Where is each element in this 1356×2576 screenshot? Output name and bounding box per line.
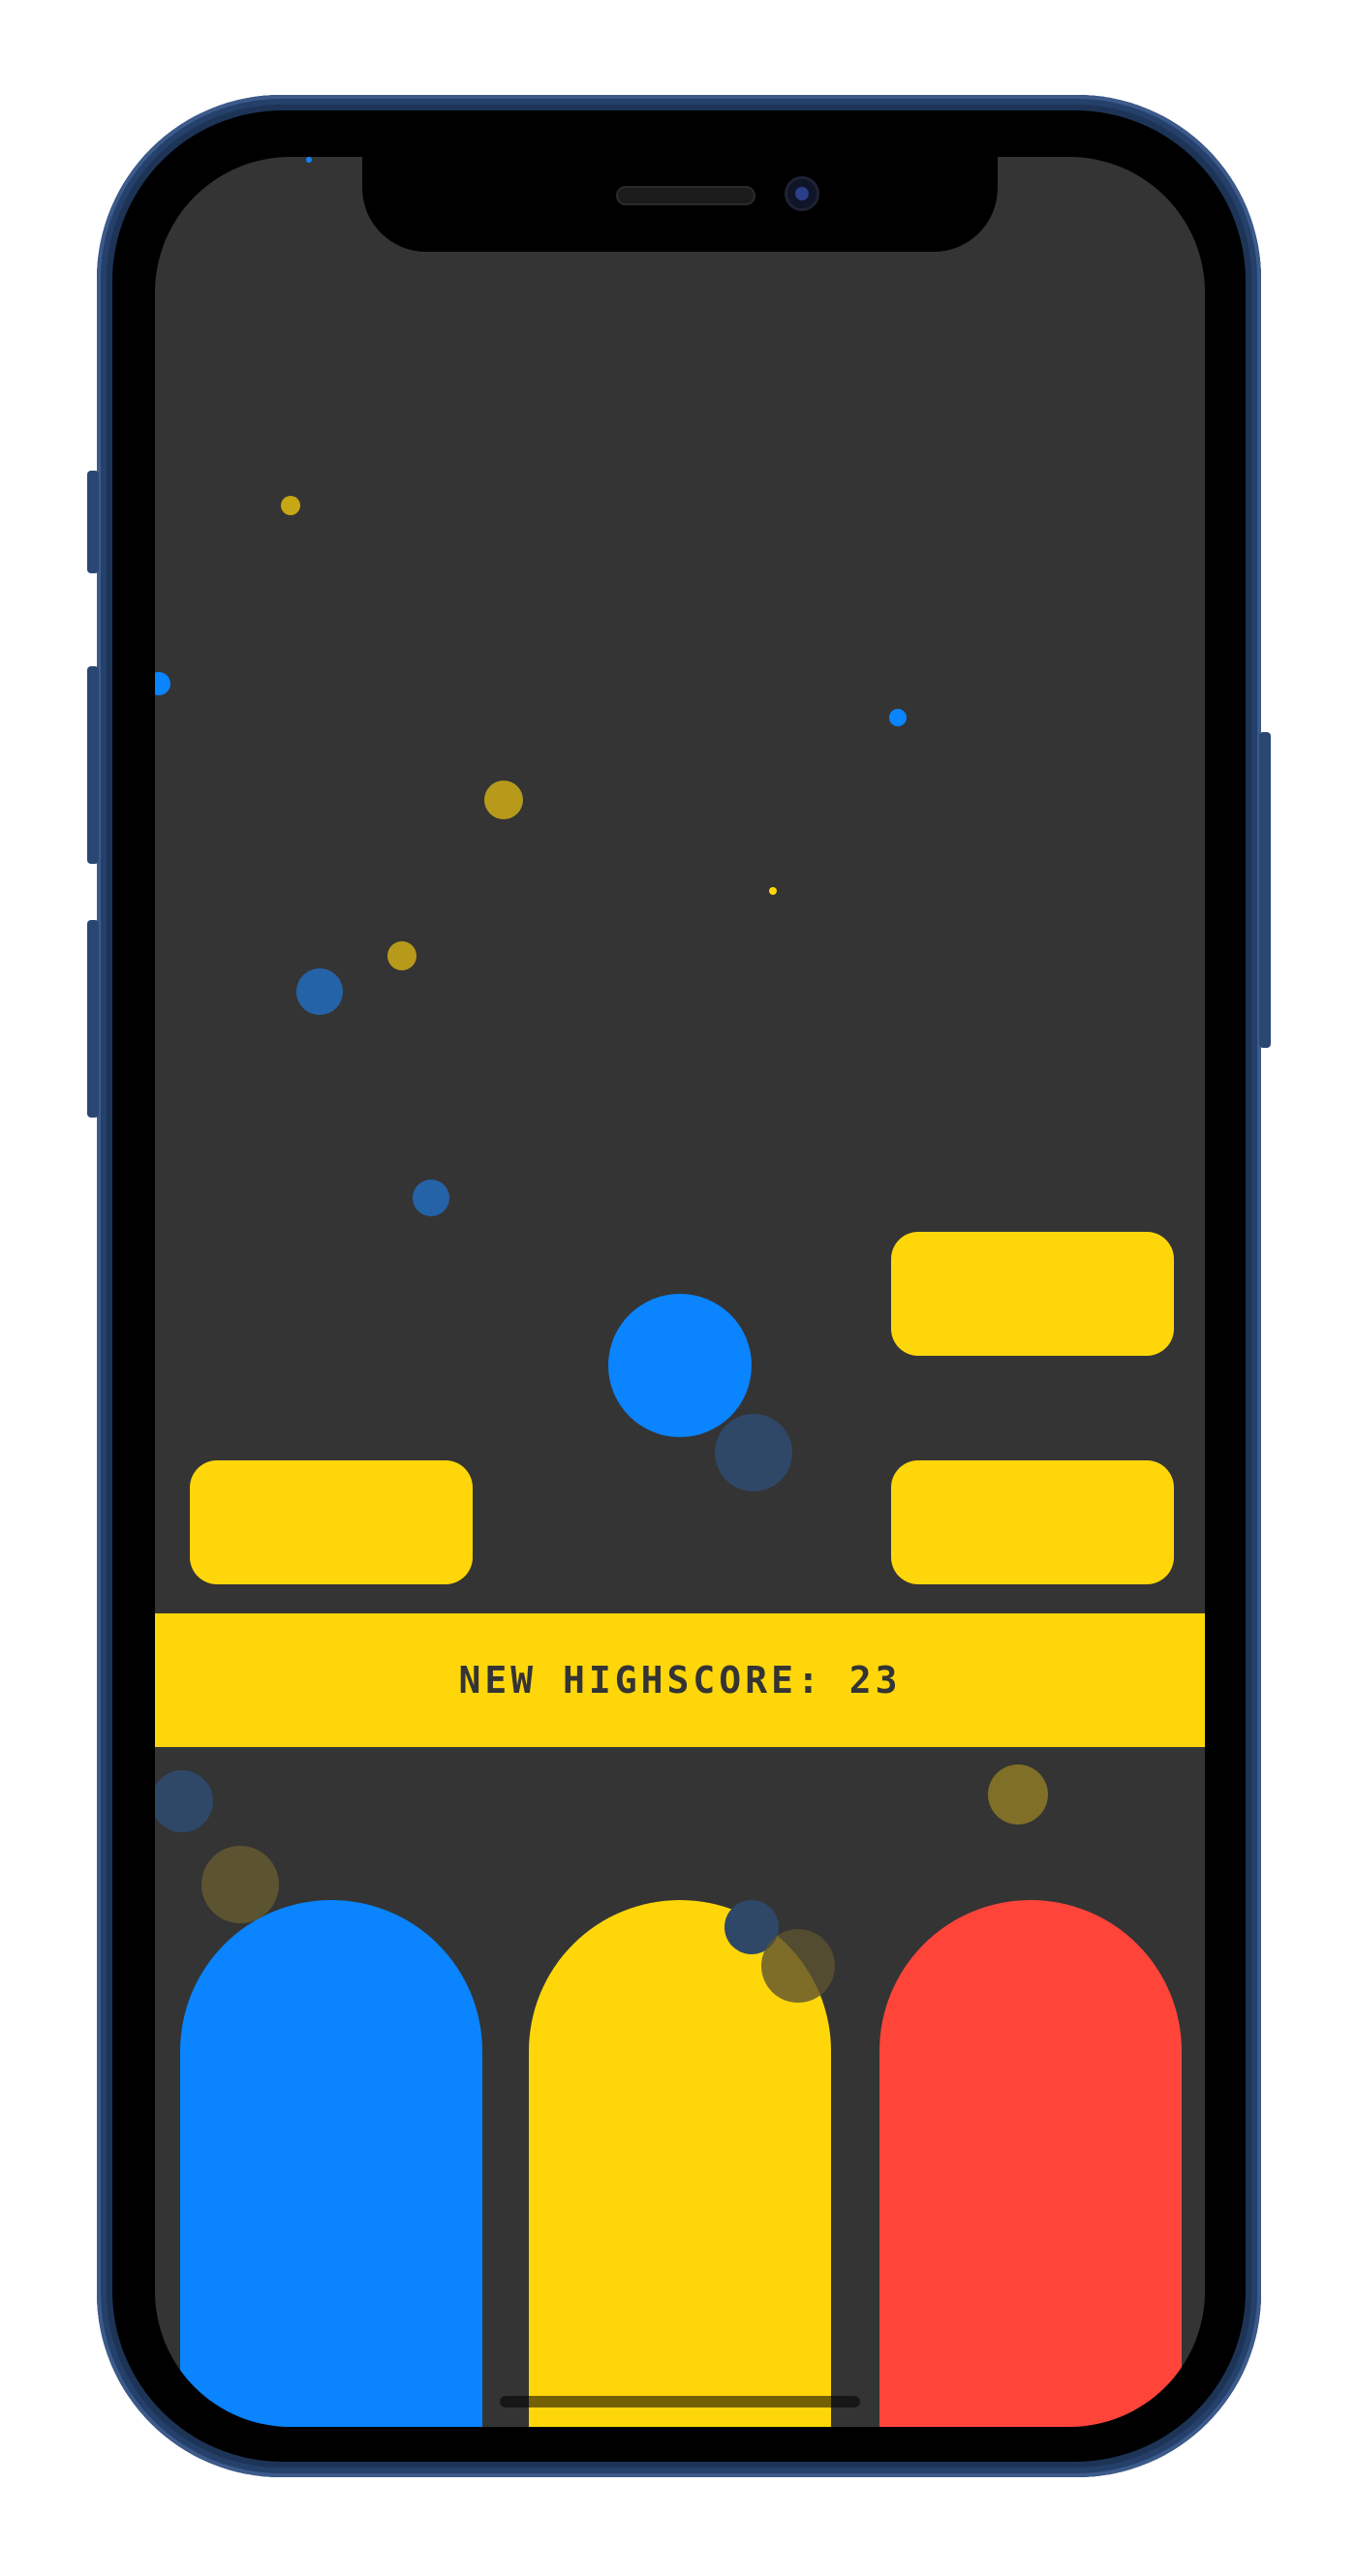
home-indicator[interactable] — [500, 2396, 860, 2407]
background-particle — [296, 968, 343, 1015]
speaker-grille — [616, 186, 755, 205]
background-particle — [484, 781, 523, 819]
background-particle — [281, 496, 300, 515]
highscore-banner: NEW HIGHSCORE: 23 — [155, 1613, 1205, 1747]
background-particle — [889, 709, 907, 726]
background-particle — [306, 157, 312, 163]
background-particle — [155, 672, 170, 695]
front-camera-icon — [785, 176, 819, 211]
red-color-button[interactable] — [879, 1900, 1182, 2427]
background-particle — [387, 941, 416, 970]
background-particle — [715, 1414, 792, 1491]
power-button — [1259, 732, 1271, 1048]
blue-color-button[interactable] — [180, 1900, 482, 2427]
background-particle — [988, 1764, 1048, 1825]
platform-yellow — [891, 1232, 1174, 1356]
background-particle — [413, 1180, 449, 1216]
volume-up-button — [87, 666, 99, 864]
volume-down-button — [87, 920, 99, 1118]
background-particle — [769, 887, 777, 895]
platform-yellow — [190, 1460, 473, 1584]
player-ball — [608, 1294, 752, 1437]
game-screen[interactable]: NEW HIGHSCORE: 23 — [155, 157, 1205, 2427]
background-particle — [761, 1929, 835, 2003]
background-particle — [201, 1846, 279, 1923]
platform-yellow — [891, 1460, 1174, 1584]
action-button — [87, 471, 99, 573]
highscore-text: NEW HIGHSCORE: 23 — [458, 1659, 902, 1702]
background-particle — [155, 1770, 213, 1832]
